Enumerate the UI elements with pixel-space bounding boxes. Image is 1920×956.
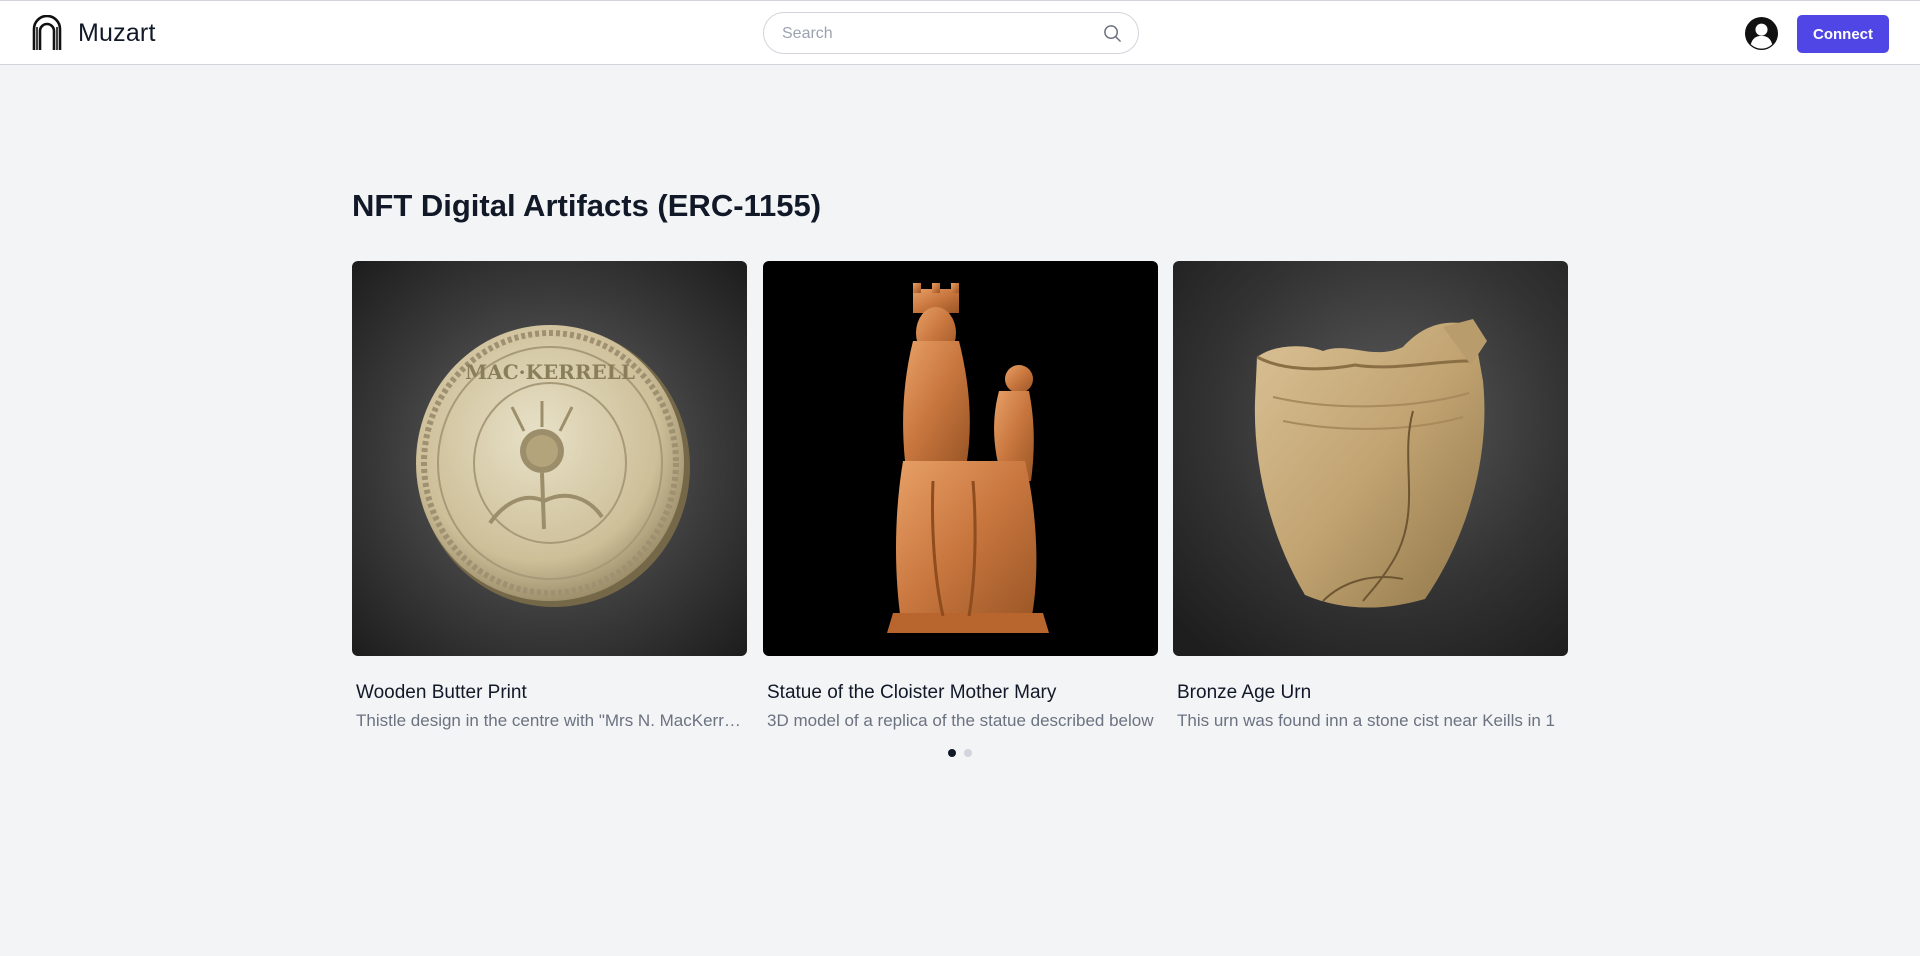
artifact-card-butter-print[interactable]: MAC·KERRELL Wooden Butter Print Thistle … xyxy=(352,261,747,730)
card-title: Wooden Butter Print xyxy=(356,682,527,703)
connect-button[interactable]: Connect xyxy=(1797,15,1889,53)
search-icon[interactable] xyxy=(1103,24,1122,43)
user-circle-icon[interactable] xyxy=(1744,16,1779,51)
artifact-card-bronze-urn[interactable]: Bronze Age Urn This urn was found inn a … xyxy=(1173,261,1568,730)
arch-logo-icon xyxy=(32,15,62,50)
mother-mary-statue-image[interactable] xyxy=(763,261,1158,656)
search-input[interactable] xyxy=(780,13,1094,55)
search-bar[interactable] xyxy=(763,12,1139,55)
svg-text:MAC·KERRELL: MAC·KERRELL xyxy=(465,360,635,384)
artifact-card-mother-mary[interactable]: Statue of the Cloister Mother Mary 3D mo… xyxy=(763,261,1158,730)
card-description: This urn was found inn a stone cist near… xyxy=(1177,711,1555,730)
brand[interactable]: Muzart xyxy=(32,15,156,51)
brand-name: Muzart xyxy=(78,18,156,47)
section-title: NFT Digital Artifacts (ERC-1155) xyxy=(352,188,822,223)
card-title: Bronze Age Urn xyxy=(1177,682,1312,703)
top-navbar: Muzart Connect xyxy=(0,0,1920,65)
carousel-dot-1[interactable] xyxy=(948,749,956,757)
carousel-pagination xyxy=(948,749,972,757)
card-description: 3D model of a replica of the statue desc… xyxy=(767,711,1154,730)
wooden-butter-print-image[interactable]: MAC·KERRELL xyxy=(352,261,747,656)
card-title: Statue of the Cloister Mother Mary xyxy=(767,682,1057,703)
bronze-age-urn-image[interactable] xyxy=(1173,261,1568,656)
card-description: Thistle design in the centre with "Mrs N… xyxy=(356,711,747,730)
carousel-dot-2[interactable] xyxy=(964,749,972,757)
